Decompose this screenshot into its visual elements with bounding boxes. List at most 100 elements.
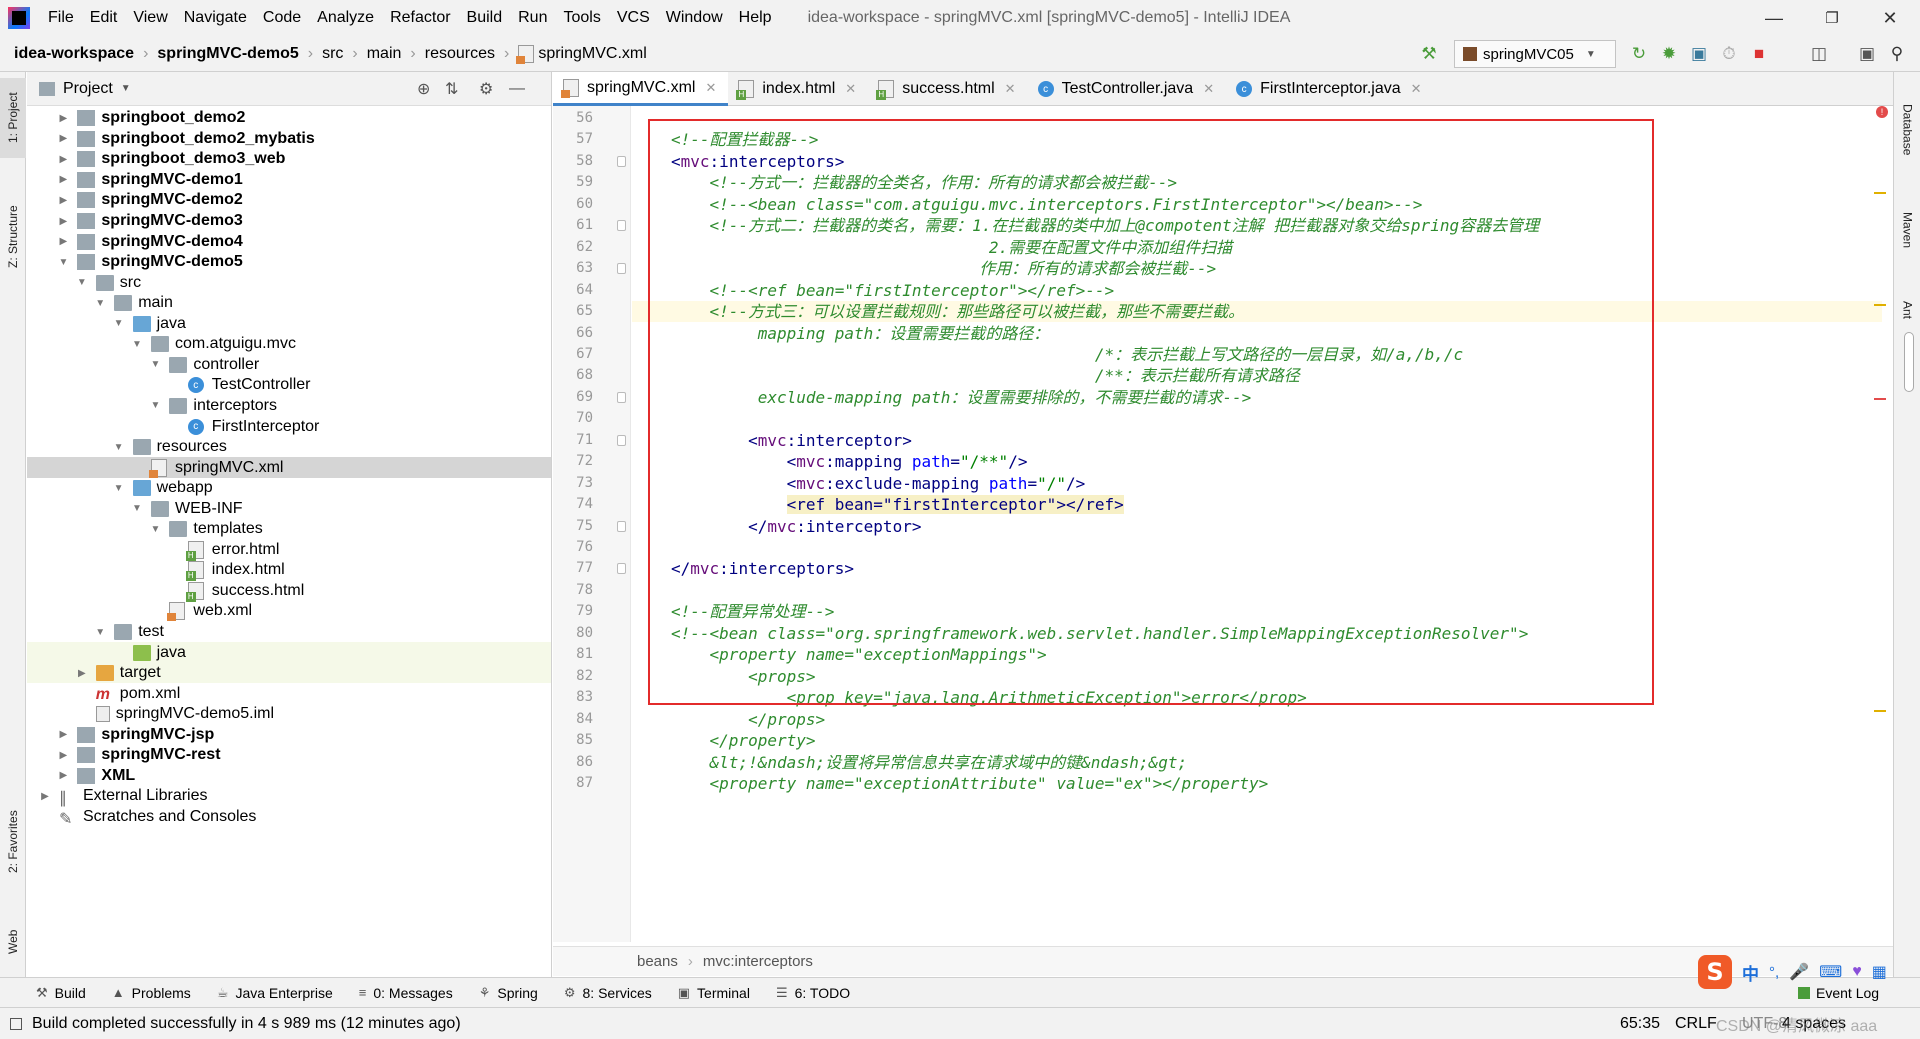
tool-window-button[interactable]: ⚒ Build	[36, 985, 86, 1001]
expanded-arrow-icon[interactable]: ▼	[129, 503, 145, 514]
microphone-icon[interactable]: 🎤	[1789, 962, 1809, 982]
tool-window-button[interactable]: ☰ 6: TODO	[776, 985, 850, 1001]
keyboard-icon[interactable]: ⌨	[1819, 962, 1842, 982]
tree-node[interactable]: ▼ springMVC-demo5	[27, 252, 551, 273]
sogou-logo-icon[interactable]: S	[1698, 955, 1732, 989]
expanded-arrow-icon[interactable]: ▼	[147, 359, 163, 370]
close-tab-icon[interactable]: ✕	[845, 81, 856, 97]
tree-node[interactable]: m pom.xml	[27, 683, 551, 704]
expanded-arrow-icon[interactable]: ▼	[129, 339, 145, 350]
collapsed-arrow-icon[interactable]: ▶	[74, 668, 90, 679]
close-window-button[interactable]: ✕	[1862, 0, 1918, 36]
tool-window-button[interactable]: ⚘ Spring	[479, 985, 538, 1001]
tree-node[interactable]: ▼ controller	[27, 355, 551, 376]
menu-item-analyze[interactable]: Analyze	[309, 0, 382, 36]
structure-tool-tab[interactable]: Z: Structure	[0, 182, 26, 292]
close-tab-icon[interactable]: ✕	[705, 80, 716, 96]
profile-icon[interactable]: ⏱	[1718, 43, 1740, 65]
tree-node[interactable]: c TestController	[27, 375, 551, 396]
project-tool-tab[interactable]: 1: Project	[0, 78, 26, 158]
tree-node[interactable]: ▶ springMVC-demo1	[27, 170, 551, 191]
web-tool-tab[interactable]: Web	[0, 912, 26, 972]
tree-node[interactable]: ▼ interceptors	[27, 396, 551, 417]
skin-icon[interactable]: ♥	[1852, 963, 1862, 981]
breadcrumb-item[interactable]: springMVC-demo5	[157, 45, 298, 63]
expanded-arrow-icon[interactable]: ▼	[92, 298, 108, 309]
tree-node[interactable]: ▶ springMVC-demo3	[27, 211, 551, 232]
tree-node[interactable]: ▶ ∥ External Libraries	[27, 786, 551, 807]
gear-icon[interactable]: ⚙	[479, 79, 493, 99]
tree-node[interactable]: ▶ springMVC-jsp	[27, 725, 551, 746]
minimize-button[interactable]: —	[1746, 0, 1802, 36]
breadcrumb-item[interactable]: main	[367, 45, 402, 63]
menu-item-vcs[interactable]: VCS	[609, 0, 658, 36]
project-panel-title[interactable]: Project	[63, 80, 113, 98]
tree-node[interactable]: ▶ target	[27, 662, 551, 684]
run-configuration-select[interactable]: springMVC05 ▼	[1454, 40, 1616, 68]
line-separator[interactable]: CRLF	[1675, 1015, 1717, 1033]
ime-punctuation[interactable]: °,	[1769, 964, 1779, 981]
breadcrumb-item[interactable]: springMVC.xml	[538, 45, 646, 63]
collapsed-arrow-icon[interactable]: ▶	[55, 174, 71, 185]
editor-scroll-thumb[interactable]	[1904, 332, 1914, 392]
menu-item-build[interactable]: Build	[459, 0, 511, 36]
editor-tab[interactable]: success.html ✕	[868, 72, 1027, 106]
editor-breadcrumb-item[interactable]: beans	[637, 953, 678, 970]
collapsed-arrow-icon[interactable]: ▶	[55, 770, 71, 781]
toolbox-icon[interactable]: ▦	[1872, 962, 1887, 982]
fold-marker-icon[interactable]	[617, 220, 626, 232]
tree-node[interactable]: springMVC.xml	[27, 457, 551, 478]
debug-bug-icon[interactable]: ✹	[1658, 43, 1680, 65]
rerun-icon[interactable]: ↻	[1628, 43, 1650, 65]
tree-node[interactable]: success.html	[27, 581, 551, 602]
collapsed-arrow-icon[interactable]: ▶	[55, 729, 71, 740]
warning-marker[interactable]	[1874, 710, 1886, 712]
window-layout-icon[interactable]: ▣	[1856, 43, 1878, 65]
menu-item-refactor[interactable]: Refactor	[382, 0, 458, 36]
close-tab-icon[interactable]: ✕	[1005, 81, 1016, 97]
tree-node[interactable]: c FirstInterceptor	[27, 416, 551, 437]
tool-window-button[interactable]: ☕ Java Enterprise	[217, 985, 333, 1001]
breadcrumb-item[interactable]: resources	[425, 45, 495, 63]
tree-node[interactable]: ▼ WEB-INF	[27, 498, 551, 519]
collapse-all-icon[interactable]: ⇅	[445, 79, 458, 99]
collapsed-arrow-icon[interactable]: ▶	[55, 154, 71, 165]
maximize-button[interactable]: ❐	[1804, 0, 1860, 36]
database-tool-tab[interactable]: Database	[1894, 80, 1920, 180]
ant-tool-tab[interactable]: Ant	[1894, 280, 1920, 340]
expanded-arrow-icon[interactable]: ▼	[147, 400, 163, 411]
expanded-arrow-icon[interactable]: ▼	[147, 524, 163, 535]
fold-marker-icon[interactable]	[617, 263, 626, 275]
stop-icon[interactable]: ■	[1748, 43, 1770, 65]
collapsed-arrow-icon[interactable]: ▶	[55, 195, 71, 206]
expanded-arrow-icon[interactable]: ▼	[55, 257, 71, 268]
status-message[interactable]: Build completed successfully in 4 s 989 …	[32, 1015, 461, 1033]
editor-tab[interactable]: springMVC.xml ✕	[553, 72, 729, 106]
tree-node[interactable]: ▶ springMVC-demo4	[27, 231, 551, 252]
menu-item-tools[interactable]: Tools	[555, 0, 608, 36]
editor-tab[interactable]: index.html ✕	[728, 72, 868, 106]
tree-node[interactable]: java	[27, 642, 551, 663]
editor-tab[interactable]: c TestController.java ✕	[1028, 72, 1227, 106]
tree-node[interactable]: error.html	[27, 540, 551, 561]
error-marker[interactable]	[1874, 398, 1886, 400]
warning-marker[interactable]	[1874, 304, 1886, 306]
tree-node[interactable]: ▶ springMVC-rest	[27, 745, 551, 766]
editor-tab[interactable]: c FirstInterceptor.java ✕	[1226, 72, 1433, 106]
menu-item-navigate[interactable]: Navigate	[176, 0, 255, 36]
collapsed-arrow-icon[interactable]: ▶	[55, 216, 71, 227]
collapsed-arrow-icon[interactable]: ▶	[37, 791, 53, 802]
tree-node[interactable]: ▶ springMVC-demo2	[27, 190, 551, 211]
tree-node[interactable]: ▼ templates	[27, 519, 551, 540]
fold-marker-icon[interactable]	[617, 155, 626, 167]
tree-node[interactable]: springMVC-demo5.iml	[27, 704, 551, 725]
collapsed-arrow-icon[interactable]: ▶	[55, 236, 71, 247]
close-tab-icon[interactable]: ✕	[1411, 81, 1422, 97]
expanded-arrow-icon[interactable]: ▼	[111, 318, 127, 329]
favorites-tool-tab[interactable]: 2: Favorites	[0, 792, 26, 892]
tool-window-button[interactable]: ▲ Problems	[112, 985, 191, 1001]
collapsed-arrow-icon[interactable]: ▶	[55, 133, 71, 144]
menu-item-run[interactable]: Run	[510, 0, 555, 36]
tree-node[interactable]: ▶ springboot_demo2	[27, 108, 551, 129]
tree-node[interactable]: ▼ test	[27, 622, 551, 643]
